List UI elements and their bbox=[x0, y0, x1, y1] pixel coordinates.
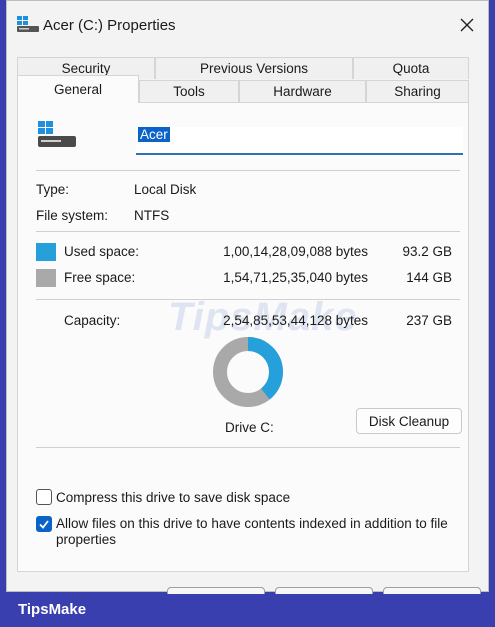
free-space-swatch bbox=[36, 269, 56, 287]
drive-name-selected-text: Acer bbox=[138, 127, 170, 142]
used-space-gb: 93.2 GB bbox=[402, 244, 452, 259]
tab-label: General bbox=[53, 82, 103, 97]
capacity-label: Capacity: bbox=[64, 313, 121, 328]
tab-general[interactable]: General bbox=[17, 75, 139, 103]
watermark-footer: TipsMake bbox=[0, 594, 495, 627]
footer-brand: TipsMake bbox=[18, 601, 87, 618]
tab-label: Hardware bbox=[273, 84, 332, 99]
tab-hardware[interactable]: Hardware bbox=[239, 80, 366, 102]
close-button[interactable] bbox=[452, 11, 482, 39]
tab-strip: Security Previous Versions Quota General… bbox=[17, 57, 469, 103]
tab-label: Tools bbox=[173, 84, 205, 99]
close-icon bbox=[460, 18, 474, 32]
compress-checkbox[interactable] bbox=[36, 489, 52, 505]
tab-label: Previous Versions bbox=[199, 61, 309, 76]
compress-label: Compress this drive to save disk space bbox=[56, 490, 291, 505]
type-label: Type: bbox=[36, 182, 70, 197]
tab-sharing[interactable]: Sharing bbox=[366, 80, 469, 102]
tab-label: Sharing bbox=[394, 84, 441, 99]
drive-label: Drive C: bbox=[225, 420, 274, 435]
used-space-bytes: 1,00,14,28,09,088 bytes bbox=[223, 244, 368, 259]
file-system-label: File system: bbox=[36, 208, 109, 223]
capacity-gb: 237 GB bbox=[406, 313, 452, 328]
tab-quota[interactable]: Quota bbox=[353, 57, 469, 79]
hard-drive-icon bbox=[38, 121, 76, 147]
tab-tools[interactable]: Tools bbox=[139, 80, 239, 102]
separator bbox=[36, 299, 460, 300]
free-space-label: Free space: bbox=[64, 270, 136, 285]
title-bar: Acer (C:) Properties bbox=[7, 1, 488, 49]
file-system-value: NTFS bbox=[134, 208, 170, 223]
properties-window: Acer (C:) Properties Security Previous V… bbox=[6, 0, 489, 597]
used-space-swatch bbox=[36, 243, 56, 261]
separator bbox=[36, 170, 460, 171]
tab-label: Quota bbox=[392, 61, 430, 76]
used-space-label: Used space: bbox=[64, 244, 140, 259]
drive-name-input[interactable]: Acer bbox=[136, 127, 463, 155]
type-value: Local Disk bbox=[134, 182, 197, 197]
free-space-bytes: 1,54,71,25,35,040 bytes bbox=[223, 270, 368, 285]
disk-cleanup-button[interactable]: Disk Cleanup bbox=[356, 408, 462, 434]
general-panel: Acer Type: Local Disk File system: NTFS … bbox=[17, 102, 469, 572]
capacity-bytes: 2,54,85,53,44,128 bytes bbox=[223, 313, 368, 328]
window-title: Acer (C:) Properties bbox=[43, 17, 176, 34]
separator bbox=[36, 231, 460, 232]
index-label: Allow files on this drive to have conten… bbox=[56, 516, 448, 547]
separator bbox=[36, 447, 460, 448]
tab-label: Security bbox=[61, 61, 111, 76]
index-checkbox[interactable] bbox=[36, 516, 52, 532]
checkmark-icon bbox=[39, 520, 49, 529]
free-space-gb: 144 GB bbox=[406, 270, 452, 285]
drive-app-icon bbox=[17, 16, 39, 32]
disk-cleanup-label: Disk Cleanup bbox=[368, 413, 450, 429]
disk-usage-donut bbox=[213, 337, 283, 407]
tab-previous-versions[interactable]: Previous Versions bbox=[155, 57, 353, 79]
